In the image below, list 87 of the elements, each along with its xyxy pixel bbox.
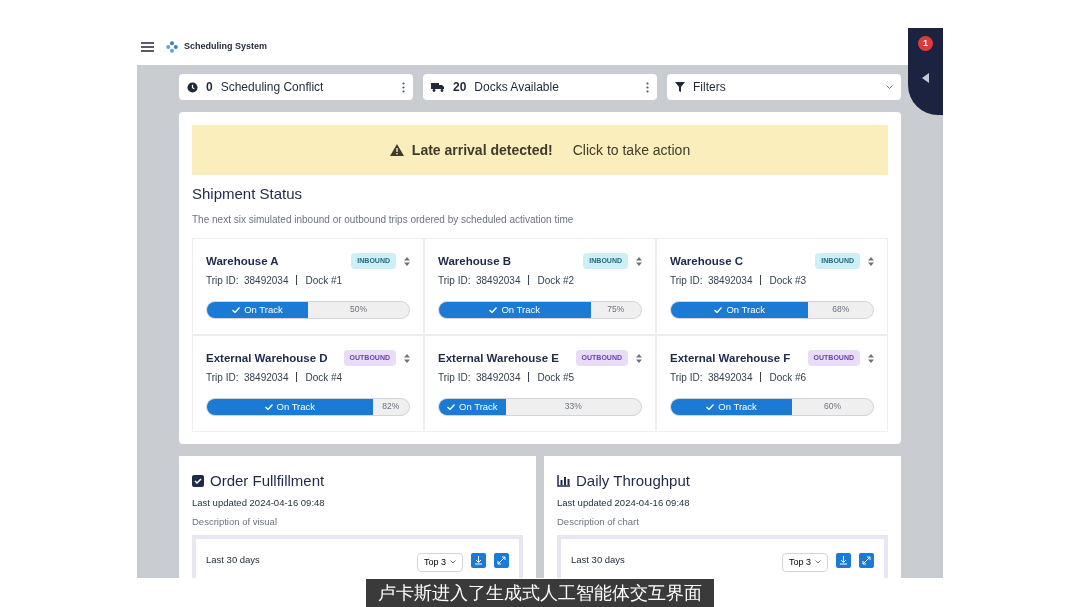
download-icon[interactable] — [471, 552, 486, 568]
download-icon[interactable] — [836, 552, 851, 568]
trip-id: Trip ID: 38492034 — [206, 273, 289, 288]
sort-icon[interactable] — [404, 353, 410, 363]
collapse-icon — [922, 73, 929, 83]
progress-percent: 68% — [832, 303, 850, 317]
sort-icon[interactable] — [868, 256, 874, 266]
summary-card[interactable]: 20 Docks Available — [423, 74, 657, 100]
checkbox-icon — [192, 474, 204, 487]
count: 20 — [453, 79, 467, 96]
progress-percent: 60% — [824, 400, 842, 414]
warehouse-name: External Warehouse D — [206, 350, 329, 366]
check-icon — [714, 306, 723, 313]
chevron-down-icon — [815, 560, 821, 565]
filter-icon — [675, 82, 685, 92]
count: 0 — [206, 79, 213, 96]
progress-percent: 50% — [350, 303, 367, 317]
progress-percent: 82% — [382, 400, 400, 414]
status-label: On Track — [244, 302, 283, 317]
truck-icon — [431, 82, 445, 92]
top-select[interactable]: Top 3 — [416, 552, 463, 572]
sort-icon[interactable] — [636, 353, 642, 363]
check-icon — [447, 403, 456, 410]
date-range: Last 30 days — [571, 552, 626, 567]
status-label: On Track — [276, 399, 316, 414]
progress-percent: 75% — [607, 303, 625, 317]
panel-title: Daily Throughput — [576, 470, 690, 491]
app-title: Scheduling System — [184, 39, 268, 53]
alert-banner[interactable]: Late arrival detected! Click to take action — [192, 125, 888, 175]
trip-id: Trip ID: 38492034 — [206, 370, 289, 385]
status-label: On Track — [459, 399, 498, 414]
section-description: The next six simulated inbound or outbound trips ordered by scheduled activation time — [192, 212, 575, 227]
filter-dropdown[interactable]: Filters — [667, 74, 901, 100]
chevron-down-icon — [886, 84, 893, 90]
last-updated: Last updated 2024-04-16 09:48 — [557, 496, 691, 510]
bar-chart-icon — [557, 474, 570, 487]
status-label: On Track — [726, 302, 765, 317]
progress-percent: 33% — [564, 400, 582, 414]
warehouse-name: Warehouse C — [670, 253, 745, 269]
trip-id: Trip ID: 38492034 — [438, 370, 521, 385]
dock-number: Dock #4 — [305, 370, 343, 385]
last-updated: Last updated 2024-04-16 09:48 — [192, 496, 326, 510]
trip-id: Trip ID: 38492034 — [438, 273, 521, 288]
dock-number: Dock #6 — [769, 370, 807, 385]
summary-card[interactable]: 0 Scheduling Conflict — [179, 74, 413, 100]
warning-icon — [389, 144, 404, 156]
expand-icon[interactable] — [494, 552, 509, 568]
date-range: Last 30 days — [206, 552, 261, 567]
warehouse-name: External Warehouse F — [670, 350, 792, 366]
top-select[interactable]: Top 3 — [781, 552, 828, 572]
check-icon — [706, 403, 715, 410]
dock-number: Dock #2 — [537, 273, 575, 288]
notification-badge: 1 — [918, 36, 933, 51]
summary-label: Filters — [693, 79, 727, 96]
dock-number: Dock #1 — [305, 273, 343, 288]
check-icon — [264, 403, 273, 410]
status-label: On Track — [718, 399, 757, 414]
chevron-down-icon — [450, 560, 456, 565]
video-caption: 卢卡斯进入了生成式人工智能体交互界面 — [365, 579, 714, 607]
sort-icon[interactable] — [636, 256, 642, 266]
panel-description: Description of chart — [557, 515, 640, 530]
menu-icon[interactable] — [141, 41, 154, 52]
summary-label: Scheduling Conflict — [220, 79, 325, 96]
panel-title: Order Fullfillment — [210, 470, 325, 491]
dock-number: Dock #3 — [769, 273, 807, 288]
warehouse-name: Warehouse B — [438, 253, 513, 269]
alert-action: Click to take action — [572, 140, 691, 160]
sort-icon[interactable] — [868, 353, 874, 363]
more-icon[interactable] — [646, 81, 649, 93]
clock-icon — [187, 81, 198, 93]
section-title: Shipment Status — [192, 184, 304, 204]
check-icon — [489, 306, 498, 313]
warehouse-name: Warehouse A — [206, 253, 280, 269]
warehouse-name: External Warehouse E — [438, 350, 560, 366]
expand-icon[interactable] — [859, 552, 874, 568]
panel-description: Description of visual — [192, 515, 278, 530]
dock-number: Dock #5 — [537, 370, 575, 385]
side-panel[interactable]: 1 — [908, 28, 943, 115]
status-label: On Track — [501, 302, 540, 317]
trip-id: Trip ID: 38492034 — [670, 273, 753, 288]
logo-icon — [166, 40, 178, 53]
alert-title: Late arrival detected! — [411, 140, 553, 160]
sort-icon[interactable] — [404, 256, 410, 266]
summary-label: Docks Available — [474, 79, 560, 96]
trip-id: Trip ID: 38492034 — [670, 370, 753, 385]
check-icon — [232, 306, 241, 313]
more-icon[interactable] — [402, 81, 405, 93]
